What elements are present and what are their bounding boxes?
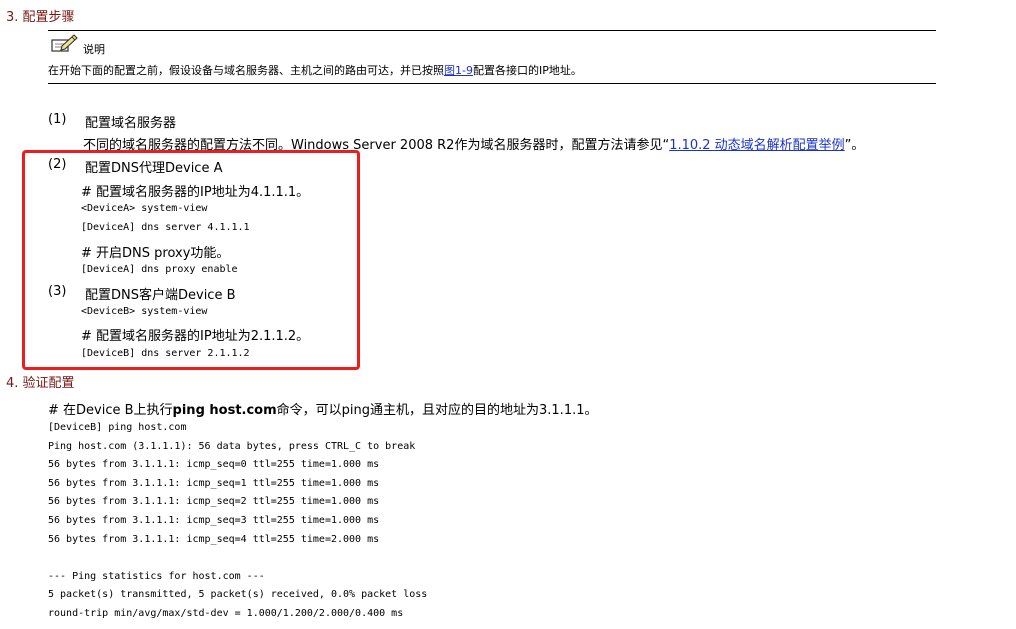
note-text: 在开始下面的配置之前，假设设备与域名服务器、主机之间的路由可达，并已按照图1-9… [48, 62, 582, 78]
note-text-before: 在开始下面的配置之前，假设设备与域名服务器、主机之间的路由可达，并已按照 [48, 64, 444, 77]
step-2-number: (2) [48, 157, 67, 172]
step-2-cmd-2: [DeviceA] dns server 4.1.1.1 [81, 222, 250, 233]
step-1-title: 配置域名服务器 [85, 116, 177, 131]
step-3-cmd-1: <DeviceB> system-view [81, 306, 208, 317]
step-2-cmd-1: <DeviceA> system-view [81, 203, 208, 214]
step-2-title: 配置DNS代理Device A [85, 161, 223, 176]
ping-output-line: Ping host.com (3.1.1.1): 56 data bytes, … [48, 440, 416, 452]
intro-after: 命令，可以ping通主机，且对应的目的地址为3.1.1.1。 [276, 403, 598, 418]
figure-link[interactable]: 图1-9 [444, 64, 473, 77]
ping-output-line: --- Ping statistics for host.com --- [48, 570, 265, 582]
ping-output-line: 5 packet(s) transmitted, 5 packet(s) rec… [48, 589, 428, 601]
step-3-cmd-2: [DeviceB] dns server 2.1.1.2 [81, 348, 250, 359]
step-3-comment-1: # 配置域名服务器的IP地址为2.1.1.2。 [81, 329, 310, 344]
section-4-heading: 4. 验证配置 [6, 376, 75, 391]
ping-output-line: round-trip min/avg/max/std-dev = 1.000/1… [48, 608, 404, 619]
ping-output-line: 56 bytes from 3.1.1.1: icmp_seq=3 ttl=25… [48, 515, 380, 526]
ping-output-line: 56 bytes from 3.1.1.1: icmp_seq=2 ttl=25… [48, 496, 380, 508]
intro-before: # 在Device B上执行 [48, 403, 173, 418]
ping-output-line: [DeviceB] ping host.com [48, 422, 187, 433]
ping-output-line: 56 bytes from 3.1.1.1: icmp_seq=4 ttl=25… [48, 533, 380, 545]
ping-output-line: 56 bytes from 3.1.1.1: icmp_seq=0 ttl=25… [48, 459, 380, 471]
ping-output-line: 56 bytes from 3.1.1.1: icmp_seq=1 ttl=25… [48, 477, 380, 489]
note-top-rule [48, 30, 936, 31]
step-2-comment-2: # 开启DNS proxy功能。 [81, 246, 230, 261]
section-3-heading: 3. 配置步骤 [6, 10, 75, 25]
intro-command: ping host.com [172, 403, 277, 418]
step-3-number: (3) [48, 284, 67, 299]
note-bottom-rule [48, 83, 936, 84]
section-4-intro: # 在Device B上执行ping host.com命令，可以ping通主机，… [48, 399, 598, 418]
step-2-comment-1: # 配置域名服务器的IP地址为4.1.1.1。 [81, 185, 310, 200]
step-2-cmd-3: [DeviceA] dns proxy enable [81, 264, 238, 275]
note-icon [50, 33, 78, 57]
note-text-after: 配置各接口的IP地址。 [472, 64, 582, 77]
step-1-desc-after: ”。 [844, 138, 865, 153]
step-1-number: (1) [48, 112, 67, 127]
step-3-title: 配置DNS客户端Device B [85, 288, 236, 303]
dynamic-dns-example-link[interactable]: 1.10.2 动态域名解析配置举例 [669, 138, 844, 153]
note-label: 说明 [83, 43, 105, 56]
